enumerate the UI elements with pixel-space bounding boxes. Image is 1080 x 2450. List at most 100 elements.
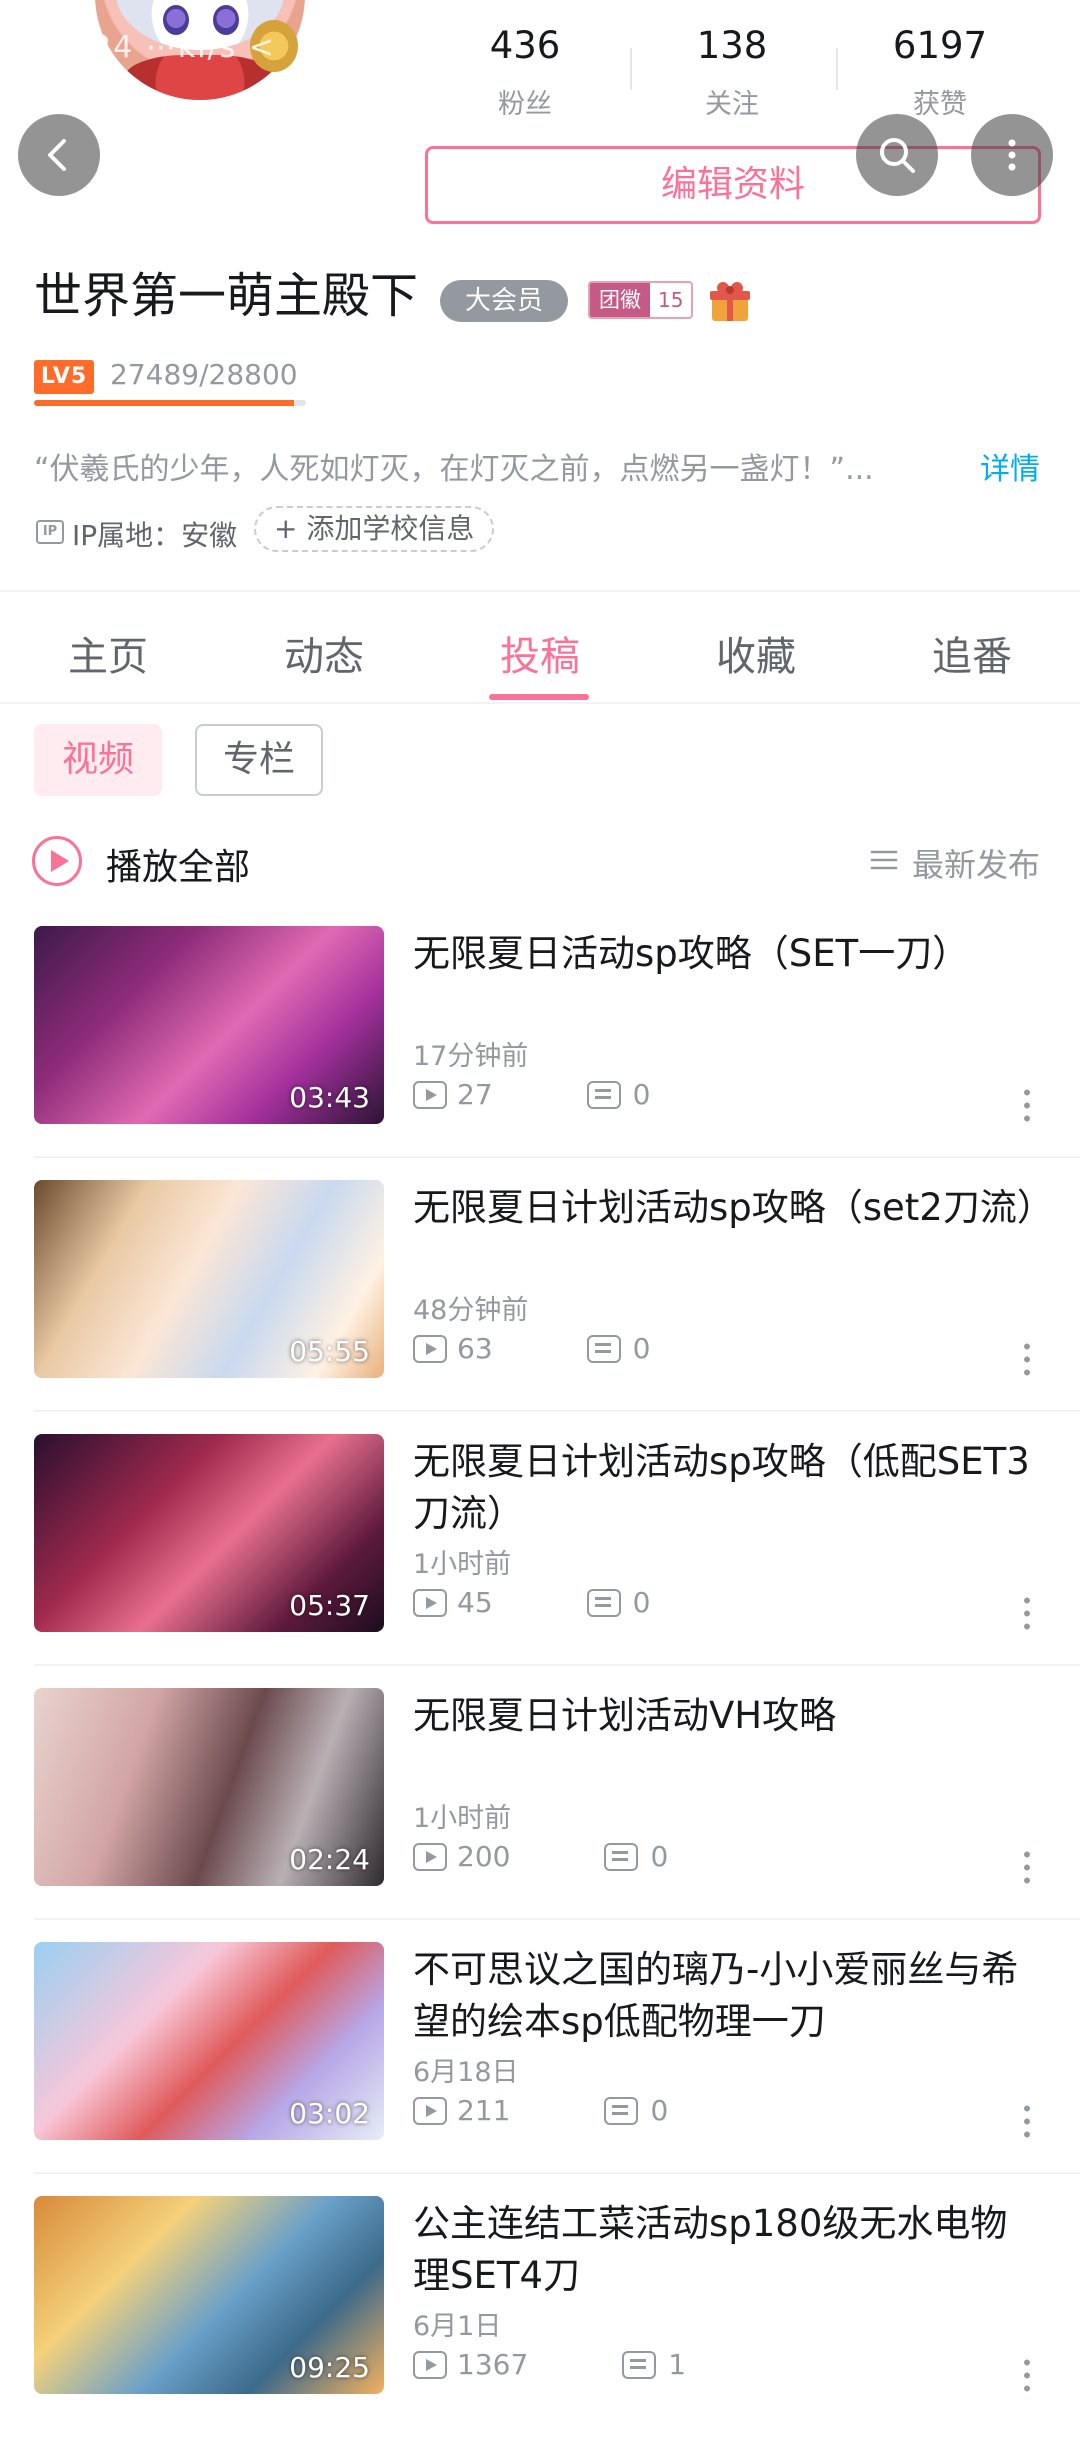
video-title[interactable]: 不可思议之国的璃乃-小小爱丽丝与希望的绘本sp低配物理一刀 xyxy=(413,1944,1043,2048)
video-thumbnail[interactable]: 03:43 xyxy=(34,926,384,1124)
play-count: 211 xyxy=(457,2094,511,2127)
level-badge: LV5 xyxy=(34,360,94,394)
more-vertical-icon[interactable] xyxy=(1024,1594,1030,1632)
play-count-icon xyxy=(413,1842,447,1871)
video-item[interactable]: 03:43 无限夏日活动sp攻略（SET一刀） 17分钟前 27 0 xyxy=(0,926,1080,1180)
stat-label: 粉丝 xyxy=(498,89,552,120)
filter-video-chip[interactable]: 视频 xyxy=(34,724,162,796)
video-duration: 09:25 xyxy=(289,2351,370,2384)
video-time: 1小时前 xyxy=(413,1549,512,1580)
tabs-divider xyxy=(0,702,1080,704)
search-icon xyxy=(880,138,915,173)
video-item[interactable]: 05:55 无限夏日计划活动sp攻略（set2刀流） 48分钟前 63 0 xyxy=(0,1180,1080,1434)
video-title[interactable]: 无限夏日计划活动sp攻略（set2刀流） xyxy=(413,1182,1054,1234)
stat-value: 436 xyxy=(489,24,561,67)
play-count-icon xyxy=(413,1588,447,1617)
gift-icon[interactable] xyxy=(706,277,754,325)
fan-badge-label: 团徽 xyxy=(590,283,650,317)
user-signature: “伏羲氏的少年，人死如灯灭，在灯灭之前，点燃另一盏灯！”... xyxy=(34,452,874,487)
tab-favorites[interactable]: 收藏 xyxy=(648,624,864,682)
video-title[interactable]: 无限夏日计划活动sp攻略（低配SET3刀流） xyxy=(413,1436,1043,1540)
video-stats: 27 0 xyxy=(413,1078,650,1111)
more-vertical-icon[interactable] xyxy=(1024,1848,1030,1886)
stat-followers[interactable]: 436 粉丝 xyxy=(445,24,605,121)
ip-icon: IP xyxy=(36,520,64,544)
comment-count: 0 xyxy=(650,1840,669,1873)
fan-badge[interactable]: 团徽 15 xyxy=(588,281,694,319)
comment-count-icon xyxy=(586,1080,621,1109)
video-stats: 45 0 xyxy=(413,1586,650,1619)
video-thumbnail[interactable]: 05:37 xyxy=(34,1434,384,1632)
play-count-icon xyxy=(413,2350,447,2379)
video-item[interactable]: 03:02 不可思议之国的璃乃-小小爱丽丝与希望的绘本sp低配物理一刀 6月18… xyxy=(0,1942,1080,2196)
more-vertical-icon[interactable] xyxy=(1024,1086,1030,1124)
comment-count-icon xyxy=(622,2350,657,2379)
play-count: 1367 xyxy=(457,2348,529,2381)
row-divider xyxy=(34,1664,1080,1666)
video-item[interactable]: 05:37 无限夏日计划活动sp攻略（低配SET3刀流） 1小时前 45 0 xyxy=(0,1434,1080,1688)
play-count: 200 xyxy=(457,1840,511,1873)
video-stats: 200 0 xyxy=(413,1840,668,1873)
play-count: 63 xyxy=(457,1332,493,1365)
video-thumbnail[interactable]: 03:02 xyxy=(34,1942,384,2140)
video-time: 17分钟前 xyxy=(413,1041,529,1072)
tab-home[interactable]: 主页 xyxy=(0,624,216,682)
active-tab-indicator xyxy=(489,694,589,700)
stat-following[interactable]: 138 关注 xyxy=(652,24,812,121)
video-duration: 03:02 xyxy=(289,2097,370,2130)
video-title[interactable]: 公主连结工菜活动sp180级无水电物理SET4刀 xyxy=(413,2198,1043,2302)
video-time: 1小时前 xyxy=(413,1803,512,1834)
play-all-icon[interactable] xyxy=(32,836,82,886)
comment-count-icon xyxy=(604,1842,639,1871)
video-thumbnail[interactable]: 05:55 xyxy=(34,1180,384,1378)
video-time: 48分钟前 xyxy=(413,1295,529,1326)
comment-count: 1 xyxy=(668,2348,687,2381)
video-title[interactable]: 无限夏日活动sp攻略（SET一刀） xyxy=(413,928,1043,980)
video-title[interactable]: 无限夏日计划活动VH攻略 xyxy=(413,1690,1043,1742)
filter-article-chip[interactable]: 专栏 xyxy=(195,724,323,796)
video-thumbnail[interactable]: 09:25 xyxy=(34,2196,384,2394)
video-thumbnail[interactable]: 02:24 xyxy=(34,1688,384,1886)
tab-uploads[interactable]: 投稿 xyxy=(432,624,648,682)
stat-label: 关注 xyxy=(705,89,759,120)
video-time: 6月1日 xyxy=(413,2311,502,2342)
video-item[interactable]: 09:25 公主连结工菜活动sp180级无水电物理SET4刀 6月1日 1367… xyxy=(0,2196,1080,2450)
edit-profile-button[interactable]: 编辑资料 xyxy=(425,146,1041,224)
comment-count-icon xyxy=(586,1588,621,1617)
section-divider xyxy=(0,590,1080,592)
row-divider xyxy=(34,2172,1080,2174)
stat-divider xyxy=(836,48,838,90)
comment-count: 0 xyxy=(632,1586,651,1619)
more-vertical-icon[interactable] xyxy=(1024,2356,1030,2394)
detail-link[interactable]: 详情 xyxy=(980,444,1040,488)
comment-count: 0 xyxy=(650,2094,669,2127)
comment-count: 0 xyxy=(632,1078,651,1111)
stat-value: 6197 xyxy=(892,24,988,67)
play-all-button[interactable]: 播放全部 xyxy=(106,838,250,890)
add-school-button[interactable]: + 添加学校信息 xyxy=(254,506,495,552)
more-vertical-icon[interactable] xyxy=(1024,1340,1030,1378)
ip-location: IP属地：安徽 xyxy=(72,519,238,552)
vip-badge[interactable]: 大会员 xyxy=(440,280,568,322)
comment-count-icon xyxy=(586,1334,621,1363)
play-count: 45 xyxy=(457,1586,493,1619)
tab-bangumi[interactable]: 追番 xyxy=(864,624,1080,682)
search-button[interactable] xyxy=(856,114,938,196)
tab-dynamics[interactable]: 动态 xyxy=(216,624,432,682)
video-duration: 05:55 xyxy=(289,1335,370,1368)
play-count-icon xyxy=(413,1334,447,1363)
video-stats: 63 0 xyxy=(413,1332,650,1365)
video-item[interactable]: 02:24 无限夏日计划活动VH攻略 1小时前 200 0 xyxy=(0,1688,1080,1942)
back-arrow-icon xyxy=(48,139,66,171)
stat-divider xyxy=(630,48,632,90)
sort-button[interactable]: 最新发布 xyxy=(912,840,1040,886)
video-stats: 1367 1 xyxy=(413,2348,686,2381)
username: 世界第一萌主殿下 xyxy=(34,268,419,324)
sort-icon[interactable] xyxy=(870,848,898,872)
back-button[interactable] xyxy=(18,114,100,196)
stat-value: 138 xyxy=(696,24,768,67)
stat-likes[interactable]: 6197 获赞 xyxy=(860,24,1020,121)
more-options-button[interactable] xyxy=(971,114,1053,196)
play-count-icon xyxy=(413,1080,447,1109)
more-vertical-icon[interactable] xyxy=(1024,2102,1030,2140)
